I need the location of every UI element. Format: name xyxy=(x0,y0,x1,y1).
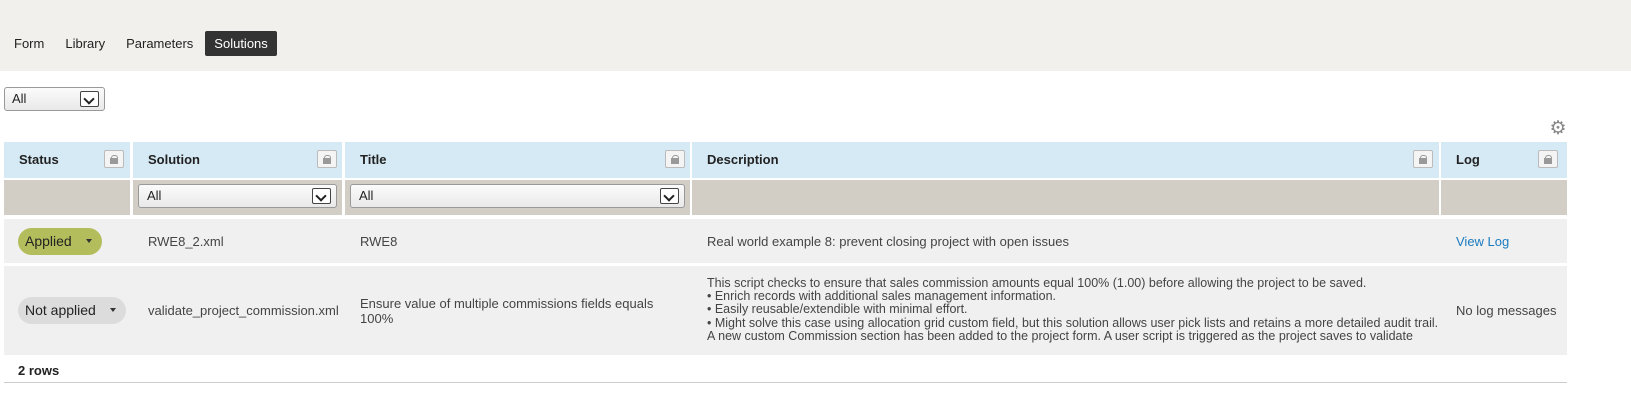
lock-icon[interactable] xyxy=(1538,150,1558,168)
description-cell: Real world example 8: prevent closing pr… xyxy=(707,233,1070,249)
table-row[interactable]: Applied RWE8_2.xml RWE8 Real world examp… xyxy=(4,219,1567,263)
log-cell: View Log xyxy=(1441,219,1567,263)
tab-bar: Form Library Parameters Solutions xyxy=(5,31,280,56)
description-cell: This script checks to ensure that sales … xyxy=(692,266,1439,355)
tab-parameters[interactable]: Parameters xyxy=(117,31,202,56)
filter-cell-title: All xyxy=(345,180,690,215)
description-line: • Easily reusable/extendible with minima… xyxy=(707,302,968,317)
lock-icon[interactable] xyxy=(1413,150,1433,168)
status-dropdown[interactable]: Not applied xyxy=(18,297,126,324)
tab-solutions[interactable]: Solutions xyxy=(205,31,277,56)
tab-library[interactable]: Library xyxy=(56,31,114,56)
lock-icon[interactable] xyxy=(665,150,685,168)
row-count: 2 rows xyxy=(18,363,60,378)
description-line: A new custom Commission section has been… xyxy=(707,328,1413,343)
filter-row: All All xyxy=(4,180,1567,218)
title-filter-select[interactable]: All xyxy=(350,184,685,208)
column-header-log[interactable]: Log xyxy=(1441,142,1567,178)
status-cell: Not applied xyxy=(4,266,130,355)
description-line: • Might solve this case using allocation… xyxy=(707,315,1439,330)
solution-cell: validate_project_commission.xml xyxy=(148,303,339,318)
lock-icon[interactable] xyxy=(104,150,124,168)
view-log-link[interactable]: View Log xyxy=(1456,234,1509,249)
status-dropdown[interactable]: Applied xyxy=(18,227,102,255)
column-header-title[interactable]: Title xyxy=(345,142,690,178)
chevron-down-icon[interactable] xyxy=(80,91,99,107)
solution-cell: RWE8_2.xml xyxy=(148,233,224,249)
status-filter-value: All xyxy=(12,91,27,106)
filter-cell-description xyxy=(692,180,1439,215)
column-header-description[interactable]: Description xyxy=(692,142,1439,178)
top-toolbar: Form Library Parameters Solutions xyxy=(0,0,1631,71)
column-header-solution[interactable]: Solution xyxy=(133,142,342,178)
chevron-down-icon[interactable] xyxy=(660,188,679,204)
chevron-down-icon[interactable] xyxy=(312,188,331,204)
tab-form[interactable]: Form xyxy=(5,31,53,56)
solution-filter-select[interactable]: All xyxy=(138,184,337,208)
table-footer: 2 rows xyxy=(4,357,1567,383)
filter-cell-log xyxy=(1441,180,1567,215)
filter-cell-status xyxy=(4,180,130,215)
log-cell: No log messages xyxy=(1456,303,1557,318)
table-header: Status Solution Title Description Log xyxy=(4,142,1567,178)
title-cell: Ensure value of multiple commissions fie… xyxy=(360,295,654,326)
column-header-status[interactable]: Status xyxy=(4,142,130,178)
title-cell: RWE8 xyxy=(360,233,398,249)
lock-icon[interactable] xyxy=(317,150,337,168)
filter-cell-solution: All xyxy=(133,180,342,215)
table-row[interactable]: Not applied validate_project_commission.… xyxy=(4,266,1567,355)
status-cell: Applied xyxy=(4,219,130,263)
gear-icon[interactable]: ⚙ xyxy=(1549,119,1567,138)
status-filter-select[interactable]: All xyxy=(4,87,105,111)
solutions-table: Status Solution Title Description Log Al… xyxy=(4,142,1567,355)
